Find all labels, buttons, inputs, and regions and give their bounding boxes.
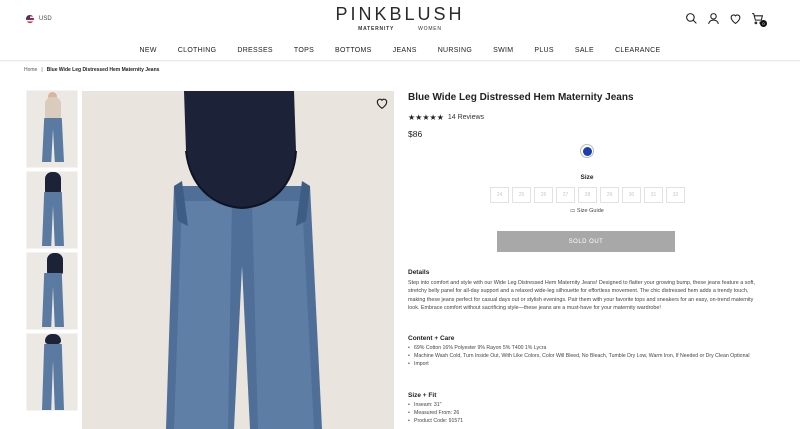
content-care-list: 69% Cotton 16% Polyester 9% Rayon 5% T40… [408, 344, 766, 369]
nav-item-new[interactable]: NEW [129, 47, 167, 54]
nav-item-swim[interactable]: SWIM [483, 47, 524, 54]
thumb-figure-top [45, 334, 61, 344]
nav-item-jeans[interactable]: JEANS [382, 47, 427, 54]
size-option[interactable]: 24 [490, 187, 509, 203]
logo-subline: MATERNITY WOMEN [0, 26, 800, 32]
list-item: Measured From: 26 [408, 409, 766, 417]
list-item: Import [408, 360, 766, 368]
logo-wordmark: PINKBLUSH [335, 4, 465, 24]
thumb-figure-top [45, 97, 61, 119]
size-option[interactable]: 30 [622, 187, 641, 203]
thumb-figure-top [47, 253, 63, 275]
wishlist-heart-icon[interactable] [375, 96, 389, 110]
thumbnail-3[interactable] [26, 252, 78, 330]
product-title: Blue Wide Leg Distressed Hem Maternity J… [408, 92, 634, 103]
nav-item-plus[interactable]: PLUS [524, 47, 565, 54]
nav-item-dresses[interactable]: DRESSES [227, 47, 284, 54]
size-option[interactable]: 27 [556, 187, 575, 203]
size-option[interactable]: 31 [644, 187, 663, 203]
list-item: Inseam: 31" [408, 401, 766, 409]
size-label: Size [580, 174, 594, 181]
ruler-icon: ▭ [570, 208, 576, 214]
size-option[interactable]: 26 [534, 187, 553, 203]
header-icons: 0 [685, 12, 767, 27]
thumb-figure-legs [42, 118, 64, 162]
cart-button[interactable]: 0 [751, 12, 767, 27]
list-item: 69% Cotton 16% Polyester 9% Rayon 5% T40… [408, 344, 766, 352]
content-care-heading: Content + Care [408, 335, 455, 342]
size-guide-link[interactable]: ▭ Size Guide [408, 208, 766, 214]
rating-summary[interactable]: ★★★★★ 14 Reviews [408, 113, 766, 122]
size-option[interactable]: 28 [578, 187, 597, 203]
jeans-illustration [166, 91, 322, 429]
thumbnail-gallery [26, 90, 78, 414]
breadcrumb: Home | Blue Wide Leg Distressed Hem Mate… [24, 67, 159, 73]
logo-maternity[interactable]: MATERNITY [358, 26, 394, 32]
cart-count-badge: 0 [760, 20, 767, 27]
logo-women[interactable]: WOMEN [418, 26, 442, 32]
nav-item-sale[interactable]: SALE [564, 47, 604, 54]
content-care-section: Content + Care 69% Cotton 16% Polyester … [408, 335, 766, 369]
thumb-figure-legs [42, 344, 64, 410]
star-rating: ★★★★★ [408, 113, 444, 122]
size-fit-heading: Size + Fit [408, 392, 437, 399]
thumbnail-4[interactable] [26, 333, 78, 411]
nav-item-bottoms[interactable]: BOTTOMS [325, 47, 383, 54]
nav-item-clothing[interactable]: CLOTHING [167, 47, 227, 54]
color-swatch[interactable] [580, 144, 594, 158]
details-heading: Details [408, 269, 430, 276]
sold-out-button[interactable]: SOLD OUT [497, 231, 675, 252]
thumb-figure-top [45, 172, 61, 194]
details-text: Step into comfort and style with our Wid… [408, 280, 755, 312]
search-icon[interactable] [685, 12, 698, 25]
account-icon[interactable] [707, 12, 720, 25]
thumb-figure-legs [42, 273, 64, 327]
wishlist-heart-icon[interactable] [729, 12, 742, 25]
size-fit-section: Size + Fit Inseam: 31" Measured From: 26… [408, 392, 766, 426]
breadcrumb-current: Blue Wide Leg Distressed Hem Maternity J… [46, 67, 160, 73]
header: USD PINKBLUSH MATERNITY WOMEN 0 [0, 0, 800, 40]
nav-item-tops[interactable]: TOPS [283, 47, 324, 54]
product-price: $86 [408, 129, 423, 139]
size-guide-label: Size Guide [576, 208, 604, 214]
thumbnail-1[interactable] [26, 90, 78, 168]
breadcrumb-separator: | [41, 67, 43, 73]
size-selector: 24 25 26 27 28 29 30 31 32 [490, 187, 685, 203]
list-item: Product Code: 91571 [408, 417, 766, 425]
main-product-image[interactable] [82, 91, 394, 429]
size-fit-list: Inseam: 31" Measured From: 26 Product Co… [408, 401, 766, 426]
nav-item-clearance[interactable]: CLEARANCE [604, 47, 671, 54]
thumb-figure-legs [42, 192, 64, 246]
details-section: Details Step into comfort and style with… [408, 269, 766, 313]
product-details: Blue Wide Leg Distressed Hem Maternity J… [408, 92, 766, 426]
main-nav: NEW CLOTHING DRESSES TOPS BOTTOMS JEANS … [0, 40, 800, 61]
size-option[interactable]: 32 [666, 187, 685, 203]
size-option[interactable]: 25 [512, 187, 531, 203]
review-count[interactable]: 14 Reviews [448, 114, 484, 121]
breadcrumb-home[interactable]: Home [24, 67, 37, 73]
list-item: Machine Wash Cold, Turn Inside Out, With… [408, 352, 766, 360]
logo[interactable]: PINKBLUSH MATERNITY WOMEN [0, 4, 800, 32]
thumbnail-2[interactable] [26, 171, 78, 249]
size-option[interactable]: 29 [600, 187, 619, 203]
nav-item-nursing[interactable]: NURSING [427, 47, 482, 54]
color-swatch-fill [582, 146, 592, 156]
